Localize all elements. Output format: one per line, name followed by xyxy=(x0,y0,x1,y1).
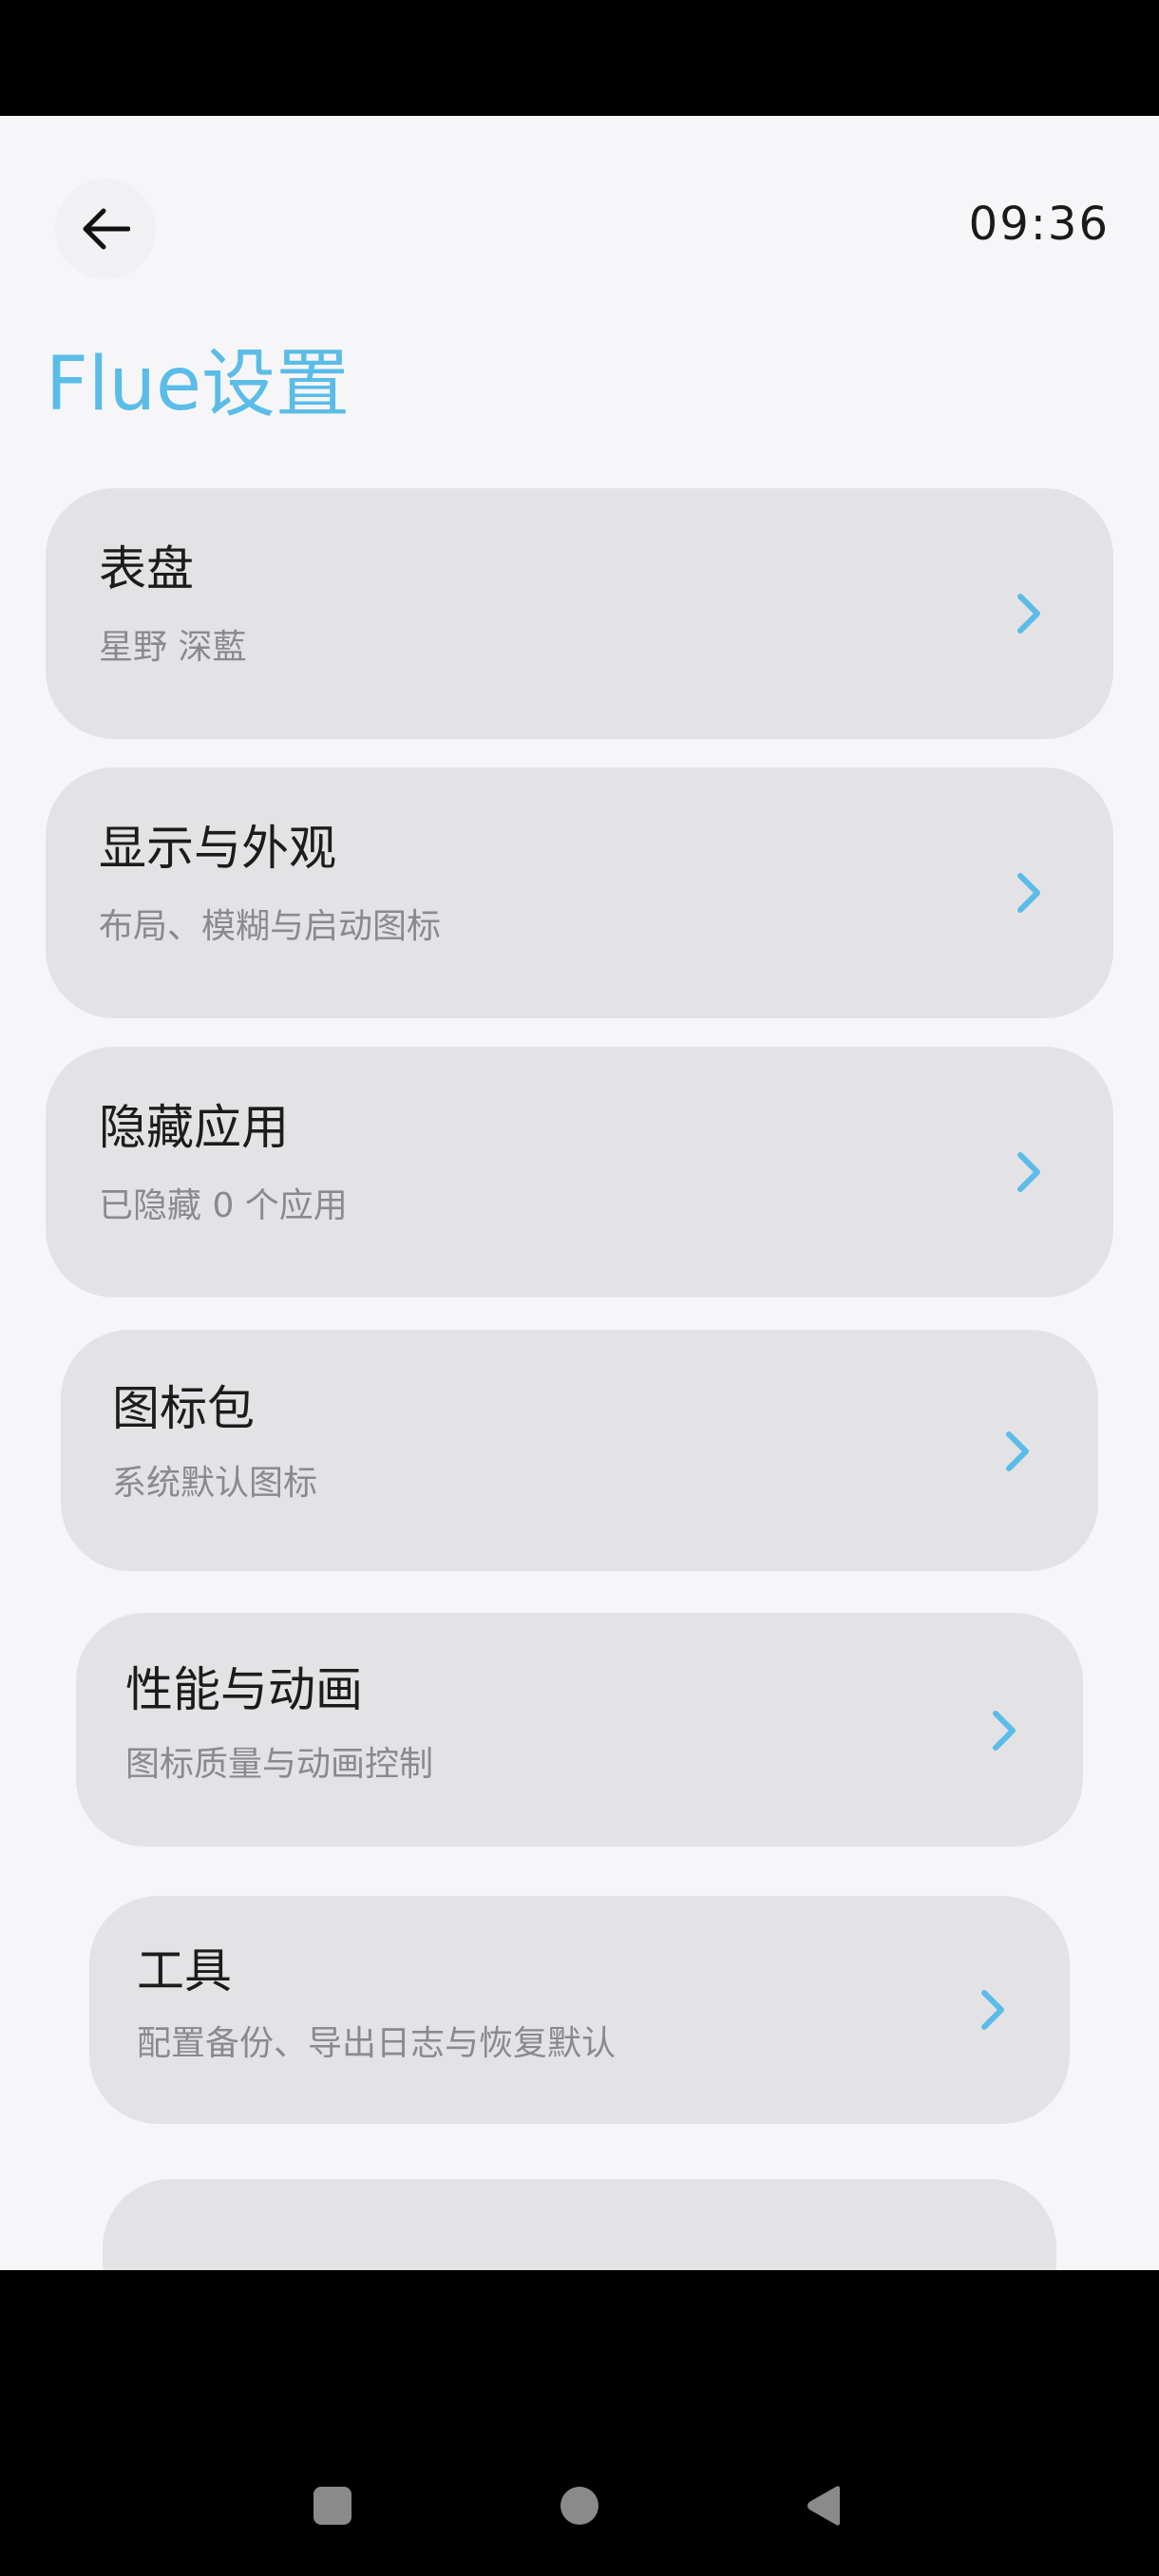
item-subtitle: 布局、模糊与启动图标 xyxy=(99,907,442,946)
item-subtitle: 星野 深藍 xyxy=(99,628,247,667)
clock: 09:36 xyxy=(968,198,1110,251)
chevron-right-icon xyxy=(1017,873,1040,913)
item-subtitle: 图标质量与动画控制 xyxy=(125,1745,434,1784)
item-subtitle: 已隐藏 0 个应用 xyxy=(99,1186,348,1225)
page-title: Flue设置 xyxy=(46,342,350,427)
chevron-right-icon xyxy=(1017,1152,1040,1192)
item-label: 图标包 xyxy=(112,1381,255,1436)
settings-item-partial[interactable] xyxy=(103,2179,1056,2270)
settings-item-hidden-apps[interactable]: 隐藏应用 已隐藏 0 个应用 xyxy=(46,1047,1113,1297)
status-bar xyxy=(0,0,1159,116)
item-subtitle: 配置备份、导出日志与恢复默认 xyxy=(137,2024,617,2063)
settings-item-display[interactable]: 显示与外观 布局、模糊与启动图标 xyxy=(46,767,1113,1018)
settings-screen: 09:36 Flue设置 表盘 星野 深藍 显示与外观 布局、模糊与启动图标 隐… xyxy=(0,116,1159,2270)
arrow-left-icon xyxy=(83,208,130,250)
chevron-right-icon xyxy=(1006,1431,1029,1471)
settings-item-performance[interactable]: 性能与动画 图标质量与动画控制 xyxy=(76,1613,1083,1847)
settings-item-icon-pack[interactable]: 图标包 系统默认图标 xyxy=(61,1330,1098,1571)
chevron-right-icon xyxy=(981,1990,1004,2030)
triangle-left-icon[interactable] xyxy=(804,2485,846,2527)
settings-item-watchface[interactable]: 表盘 星野 深藍 xyxy=(46,488,1113,739)
item-label: 隐藏应用 xyxy=(99,1100,289,1155)
item-subtitle: 系统默认图标 xyxy=(112,1464,318,1503)
chevron-right-icon xyxy=(993,1711,1016,1751)
item-label: 显示与外观 xyxy=(99,821,336,876)
circle-icon[interactable] xyxy=(559,2485,600,2527)
item-label: 性能与动画 xyxy=(125,1662,363,1717)
item-label: 工具 xyxy=(137,1943,232,1998)
settings-item-tools[interactable]: 工具 配置备份、导出日志与恢复默认 xyxy=(89,1896,1070,2124)
square-icon[interactable] xyxy=(312,2485,353,2527)
chevron-right-icon xyxy=(1017,594,1040,634)
navigation-bar xyxy=(0,2270,1159,2576)
back-button[interactable] xyxy=(55,179,156,279)
item-label: 表盘 xyxy=(99,541,194,597)
